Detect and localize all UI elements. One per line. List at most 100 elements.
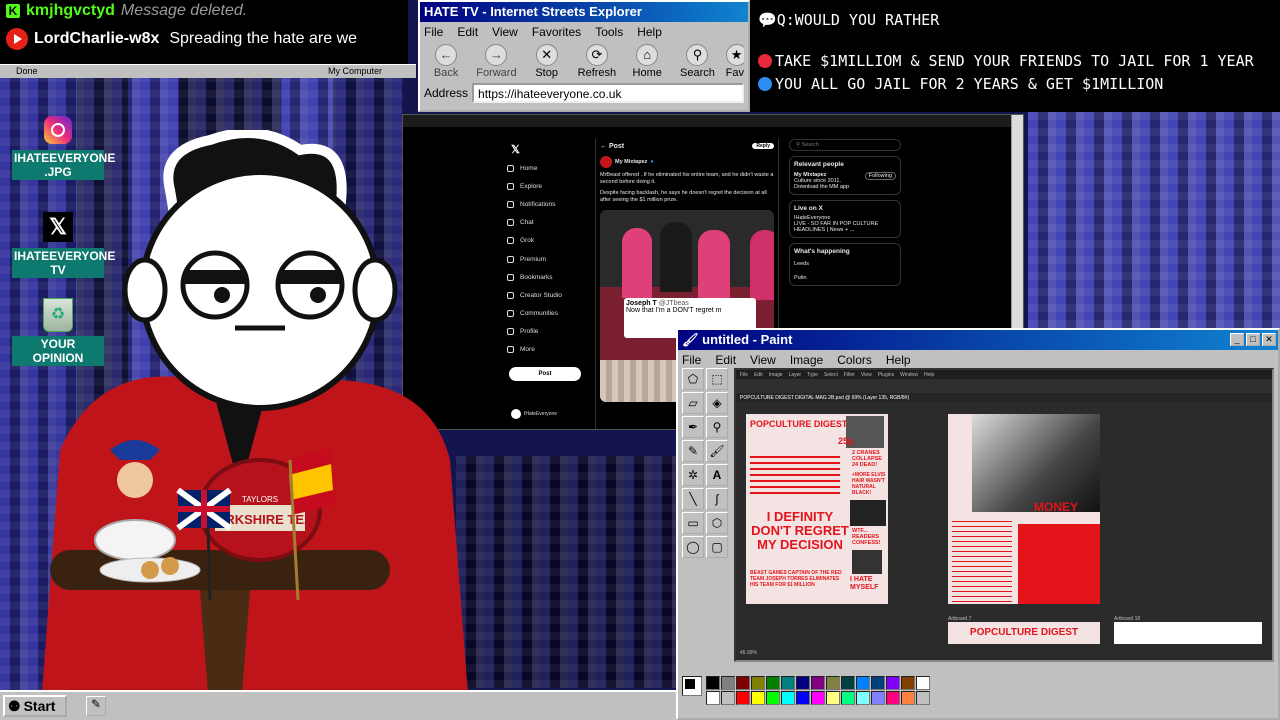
palette-swatch[interactable] xyxy=(781,691,795,705)
palette-swatch[interactable] xyxy=(871,691,885,705)
url-input[interactable]: https://ihateeveryone.co.uk xyxy=(472,83,744,103)
pencil-icon[interactable]: ✎ xyxy=(682,440,704,462)
nav-premium[interactable]: Premium xyxy=(507,250,597,268)
polygon-icon[interactable]: ⬡ xyxy=(706,512,728,534)
nav-explore[interactable]: Explore xyxy=(507,177,597,195)
following-button[interactable]: Following xyxy=(864,172,896,180)
curve-icon[interactable]: ∫ xyxy=(706,488,728,510)
palette-swatch[interactable] xyxy=(856,676,870,690)
palette-swatch[interactable] xyxy=(796,691,810,705)
palette-swatch[interactable] xyxy=(736,691,750,705)
ps-menu-item[interactable]: Filter xyxy=(844,372,855,378)
ps-menu-item[interactable]: Type xyxy=(807,372,818,378)
eraser-icon[interactable]: ▱ xyxy=(682,392,704,414)
palette-swatch[interactable] xyxy=(811,676,825,690)
close-button[interactable]: ✕ xyxy=(1262,333,1276,346)
ps-doc-tab[interactable]: POPCULTURE DIGEST DIGITAL MAG 2B.psd @ 6… xyxy=(740,395,909,401)
stop-button[interactable]: ✕ Stop xyxy=(525,44,569,79)
live-text[interactable]: LIVE - SO FAR IN POP CULTURE HEADLINES |… xyxy=(794,221,896,233)
menu-help[interactable]: Help xyxy=(637,25,662,39)
palette-swatch[interactable] xyxy=(826,676,840,690)
paint-canvas[interactable]: File Edit Image Layer Type Select Filter… xyxy=(734,368,1274,662)
current-colors[interactable] xyxy=(682,676,702,696)
palette-swatch[interactable] xyxy=(901,691,915,705)
palette-swatch[interactable] xyxy=(781,676,795,690)
fill-icon[interactable]: ◈ xyxy=(706,392,728,414)
menu-file[interactable]: File xyxy=(682,353,701,367)
palette-swatch[interactable] xyxy=(826,691,840,705)
palette-swatch[interactable] xyxy=(886,676,900,690)
line-icon[interactable]: ╲ xyxy=(682,488,704,510)
menu-tools[interactable]: Tools xyxy=(595,25,623,39)
menu-favorites[interactable]: Favorites xyxy=(532,25,581,39)
airbrush-icon[interactable]: ✲ xyxy=(682,464,704,486)
nav-creator-studio[interactable]: Creator Studio xyxy=(507,286,597,304)
refresh-button[interactable]: ⟳ Refresh xyxy=(575,44,619,79)
palette-swatch[interactable] xyxy=(751,691,765,705)
ps-menu-item[interactable]: Image xyxy=(769,372,783,378)
text-icon[interactable]: A xyxy=(706,464,728,486)
reply-button[interactable]: Reply xyxy=(752,143,774,149)
brush-icon[interactable]: 🖌 xyxy=(706,440,728,462)
palette-swatch[interactable] xyxy=(811,691,825,705)
nav-home[interactable]: Home xyxy=(507,159,597,177)
ps-menu-item[interactable]: Edit xyxy=(754,372,763,378)
trend-item[interactable]: Leeds xyxy=(794,261,896,267)
nav-communities[interactable]: Communities xyxy=(507,305,597,323)
ps-menu-item[interactable]: Help xyxy=(924,372,934,378)
palette-swatch[interactable] xyxy=(706,691,720,705)
palette-swatch[interactable] xyxy=(766,676,780,690)
favorites-button[interactable]: ★ Fav xyxy=(725,44,745,79)
nav-notifications[interactable]: Notifications xyxy=(507,195,597,213)
search-box[interactable]: ⚲ Search xyxy=(789,139,901,151)
post-button[interactable]: Post xyxy=(509,367,581,381)
palette-swatch[interactable] xyxy=(916,691,930,705)
menu-view[interactable]: View xyxy=(492,25,518,39)
back-button[interactable]: ← Back xyxy=(424,44,468,79)
account-switcher[interactable]: IHateEveryone xyxy=(511,409,557,419)
palette-swatch[interactable] xyxy=(856,691,870,705)
palette-swatch[interactable] xyxy=(841,676,855,690)
x-logo-icon[interactable]: 𝕏 xyxy=(511,143,520,156)
palette-swatch[interactable] xyxy=(796,676,810,690)
nav-grok[interactable]: Grok xyxy=(507,232,597,250)
ps-menu-item[interactable]: Plugins xyxy=(878,372,894,378)
menu-colors[interactable]: Colors xyxy=(837,353,872,367)
menu-edit[interactable]: Edit xyxy=(715,353,736,367)
rect-select-icon[interactable]: ⬚ xyxy=(706,368,728,390)
menu-edit[interactable]: Edit xyxy=(457,25,478,39)
menu-image[interactable]: Image xyxy=(790,353,823,367)
palette-swatch[interactable] xyxy=(706,676,720,690)
menu-help[interactable]: Help xyxy=(886,353,911,367)
palette-swatch[interactable] xyxy=(751,676,765,690)
palette-swatch[interactable] xyxy=(721,691,735,705)
palette-swatch[interactable] xyxy=(721,676,735,690)
maximize-button[interactable]: □ xyxy=(1246,333,1260,346)
ps-menu-item[interactable]: File xyxy=(740,372,748,378)
nav-more[interactable]: More xyxy=(507,341,597,359)
ps-menu-item[interactable]: Select xyxy=(824,372,838,378)
palette-swatch[interactable] xyxy=(766,691,780,705)
ps-menu-item[interactable]: Window xyxy=(900,372,918,378)
ps-menu-item[interactable]: View xyxy=(861,372,872,378)
palette-swatch[interactable] xyxy=(886,691,900,705)
picker-icon[interactable]: ✒ xyxy=(682,416,704,438)
home-button[interactable]: ⌂ Home xyxy=(625,44,669,79)
magnifier-icon[interactable]: ⚲ xyxy=(706,416,728,438)
palette-swatch[interactable] xyxy=(916,676,930,690)
trend-item[interactable]: Putin xyxy=(794,275,896,281)
menu-file[interactable]: File xyxy=(424,25,443,39)
palette-swatch[interactable] xyxy=(871,676,885,690)
start-button[interactable]: ⚉ Start xyxy=(3,695,67,717)
palette-swatch[interactable] xyxy=(841,691,855,705)
nav-profile[interactable]: Profile xyxy=(507,323,597,341)
rounded-rect-icon[interactable]: ▢ xyxy=(706,536,728,558)
free-select-icon[interactable]: ⬠ xyxy=(682,368,704,390)
palette-swatch[interactable] xyxy=(901,676,915,690)
menu-view[interactable]: View xyxy=(750,353,776,367)
search-button[interactable]: ⚲ Search xyxy=(675,44,719,79)
minimize-button[interactable]: _ xyxy=(1230,333,1244,346)
ps-menu-item[interactable]: Layer xyxy=(789,372,802,378)
rectangle-icon[interactable]: ▭ xyxy=(682,512,704,534)
quicklaunch-icon[interactable]: ✎ xyxy=(86,696,106,716)
